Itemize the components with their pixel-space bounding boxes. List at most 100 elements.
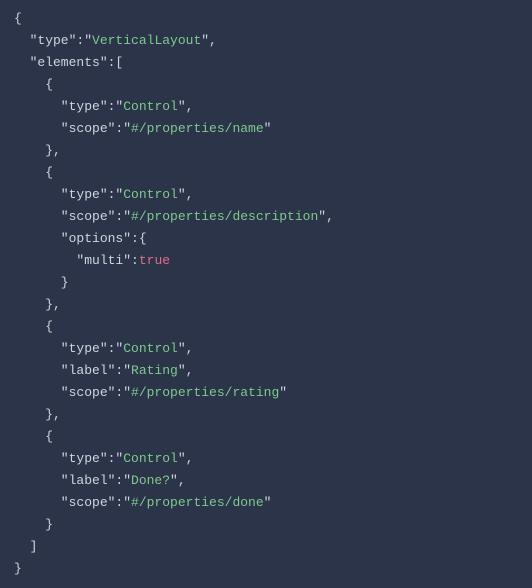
token-key: type [69, 451, 100, 466]
token-key: scope [69, 495, 108, 510]
token-punc: ":" [108, 209, 131, 224]
token-punc: } [14, 561, 22, 576]
token-punc: ":" [108, 121, 131, 136]
token-str: Rating [131, 363, 178, 378]
code-line: }, [14, 140, 518, 162]
token-key: multi [84, 253, 123, 268]
token-punc: " [264, 495, 272, 510]
token-key: scope [69, 385, 108, 400]
token-punc: " [14, 55, 37, 70]
token-punc: ":" [100, 187, 123, 202]
token-key: type [69, 187, 100, 202]
token-punc: " [14, 187, 69, 202]
code-line: "type":"Control", [14, 184, 518, 206]
token-punc: ":{ [123, 231, 146, 246]
code-line: "scope":"#/properties/done" [14, 492, 518, 514]
token-punc: { [14, 319, 53, 334]
code-line: ] [14, 536, 518, 558]
token-punc: " [14, 231, 69, 246]
token-key: scope [69, 121, 108, 136]
token-punc: ", [201, 33, 217, 48]
token-punc: ":" [69, 33, 92, 48]
token-key: elements [37, 55, 99, 70]
code-block: { "type":"VerticalLayout", "elements":[ … [14, 8, 518, 580]
code-line: "type":"VerticalLayout", [14, 30, 518, 52]
code-line: } [14, 272, 518, 294]
code-line: "scope":"#/properties/description", [14, 206, 518, 228]
token-punc: ":" [100, 451, 123, 466]
token-punc: " [14, 341, 69, 356]
code-line: }, [14, 404, 518, 426]
code-line: { [14, 8, 518, 30]
code-line: "type":"Control", [14, 448, 518, 470]
code-line: "type":"Control", [14, 338, 518, 360]
code-line: } [14, 514, 518, 536]
code-line: "label":"Rating", [14, 360, 518, 382]
token-punc: " [14, 121, 69, 136]
token-key: type [69, 341, 100, 356]
code-line: }, [14, 294, 518, 316]
token-punc: " [14, 209, 69, 224]
token-punc: ":" [100, 341, 123, 356]
token-punc: ", [318, 209, 334, 224]
code-line: "scope":"#/properties/name" [14, 118, 518, 140]
token-key: type [69, 99, 100, 114]
token-punc: ", [178, 99, 194, 114]
token-punc: " [14, 473, 69, 488]
code-line: { [14, 426, 518, 448]
code-line: { [14, 316, 518, 338]
token-punc: ":" [108, 385, 131, 400]
token-punc: ":" [108, 473, 131, 488]
token-punc: ", [170, 473, 186, 488]
token-key: options [69, 231, 124, 246]
token-punc: { [14, 11, 22, 26]
token-punc: ":" [108, 495, 131, 510]
code-line: { [14, 162, 518, 184]
code-line: "elements":[ [14, 52, 518, 74]
token-punc: ", [178, 187, 194, 202]
token-bool: true [139, 253, 170, 268]
token-punc: }, [14, 407, 61, 422]
token-str: Done? [131, 473, 170, 488]
token-punc: " [14, 99, 69, 114]
code-line: "scope":"#/properties/rating" [14, 382, 518, 404]
token-str: Control [123, 341, 178, 356]
code-line: { [14, 74, 518, 96]
token-punc: ":[ [100, 55, 123, 70]
token-punc: " [14, 451, 69, 466]
token-punc: " [14, 385, 69, 400]
token-str: #/properties/rating [131, 385, 279, 400]
code-line: "type":"Control", [14, 96, 518, 118]
token-punc: { [14, 429, 53, 444]
code-line: "options":{ [14, 228, 518, 250]
token-str: #/properties/description [131, 209, 318, 224]
code-line: } [14, 558, 518, 580]
token-punc: { [14, 77, 53, 92]
token-punc: ", [178, 341, 194, 356]
code-line: "label":"Done?", [14, 470, 518, 492]
token-str: Control [123, 187, 178, 202]
token-punc: ", [178, 451, 194, 466]
token-str: Control [123, 451, 178, 466]
token-str: Control [123, 99, 178, 114]
token-punc: " [14, 495, 69, 510]
token-punc: " [14, 253, 84, 268]
token-key: label [69, 473, 108, 488]
token-punc: " [264, 121, 272, 136]
token-str: #/properties/done [131, 495, 264, 510]
token-punc: }, [14, 297, 61, 312]
token-str: VerticalLayout [92, 33, 201, 48]
token-punc: } [14, 517, 53, 532]
token-punc: " [14, 363, 69, 378]
token-key: type [37, 33, 68, 48]
token-punc: ":" [100, 99, 123, 114]
token-key: scope [69, 209, 108, 224]
token-punc: ] [14, 539, 37, 554]
token-punc: ":" [108, 363, 131, 378]
token-punc: " [279, 385, 287, 400]
token-punc: }, [14, 143, 61, 158]
token-punc: { [14, 165, 53, 180]
token-key: label [69, 363, 108, 378]
token-str: #/properties/name [131, 121, 264, 136]
token-punc: } [14, 275, 69, 290]
